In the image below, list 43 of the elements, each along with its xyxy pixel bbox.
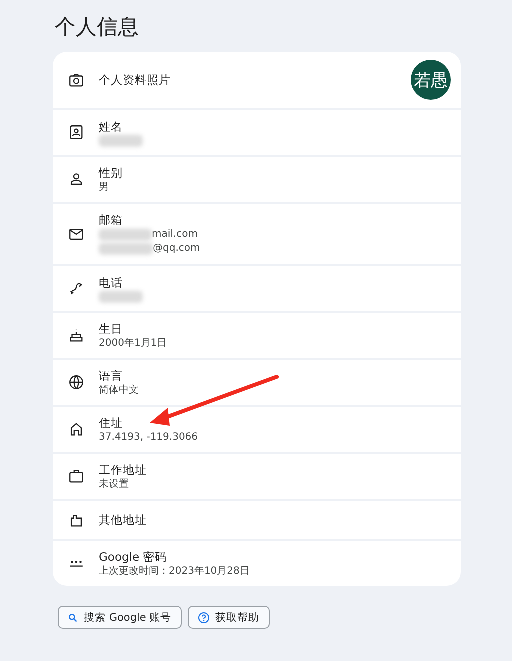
row-label: 邮箱 [99, 212, 124, 228]
field-value: 男 [99, 180, 109, 194]
info-row[interactable]: 生日 2000年1月1日 [53, 313, 461, 358]
help-button[interactable]: 获取帮助 [188, 606, 270, 629]
home-icon [68, 421, 85, 438]
info-row[interactable]: Google 密码 上次更改时间：2023年10月28日 [53, 541, 461, 586]
row-label: 姓名 [99, 118, 124, 134]
field-value: 简体中文 [99, 384, 139, 398]
field-value: 未设置 [99, 478, 129, 492]
info-row[interactable]: 电话 [53, 266, 461, 311]
field-value: mail.com [152, 228, 198, 242]
row-label: 其他地址 [99, 512, 148, 528]
info-row[interactable]: 邮箱 mail.com @qq.com [53, 204, 461, 264]
field-value: 上次更改时间：2023年10月28日 [99, 564, 250, 578]
field-value: @qq.com [153, 242, 200, 256]
info-row[interactable]: 语言 简体中文 [53, 360, 461, 405]
cake-icon [68, 327, 85, 344]
info-row[interactable]: 其他地址 [53, 501, 461, 539]
id-badge-icon [68, 124, 85, 141]
info-row[interactable]: 姓名 [53, 110, 461, 155]
briefcase-icon [68, 468, 85, 485]
row-label: 语言 [99, 368, 124, 384]
profile-photo-row[interactable]: 个人资料照片 若愚 [53, 52, 461, 108]
page-title: 个人信息 [55, 14, 140, 40]
field-value: 37.4193, -119.3066 [99, 430, 198, 444]
field-value: 2000年1月1日 [99, 336, 168, 350]
info-row[interactable]: 性别 男 [53, 157, 461, 202]
row-label: 电话 [99, 274, 124, 290]
row-label: 住址 [99, 414, 124, 430]
camera-icon [68, 72, 85, 88]
search-icon [68, 612, 78, 622]
search-account-button[interactable]: 搜索 Google 账号 [58, 606, 182, 629]
row-label: Google 密码 [99, 548, 168, 564]
row-label: 生日 [99, 320, 124, 336]
row-label: 工作地址 [99, 462, 148, 478]
info-row[interactable]: 住址 37.4193, -119.3066 [53, 407, 461, 452]
row-label: 性别 [99, 164, 124, 180]
globe-icon [68, 374, 85, 391]
avatar[interactable]: 若愚 [411, 60, 451, 100]
person-icon [68, 171, 85, 188]
info-row[interactable]: 工作地址 未设置 [53, 454, 461, 499]
help-icon [198, 612, 210, 624]
row-label: 个人资料照片 [99, 72, 172, 88]
